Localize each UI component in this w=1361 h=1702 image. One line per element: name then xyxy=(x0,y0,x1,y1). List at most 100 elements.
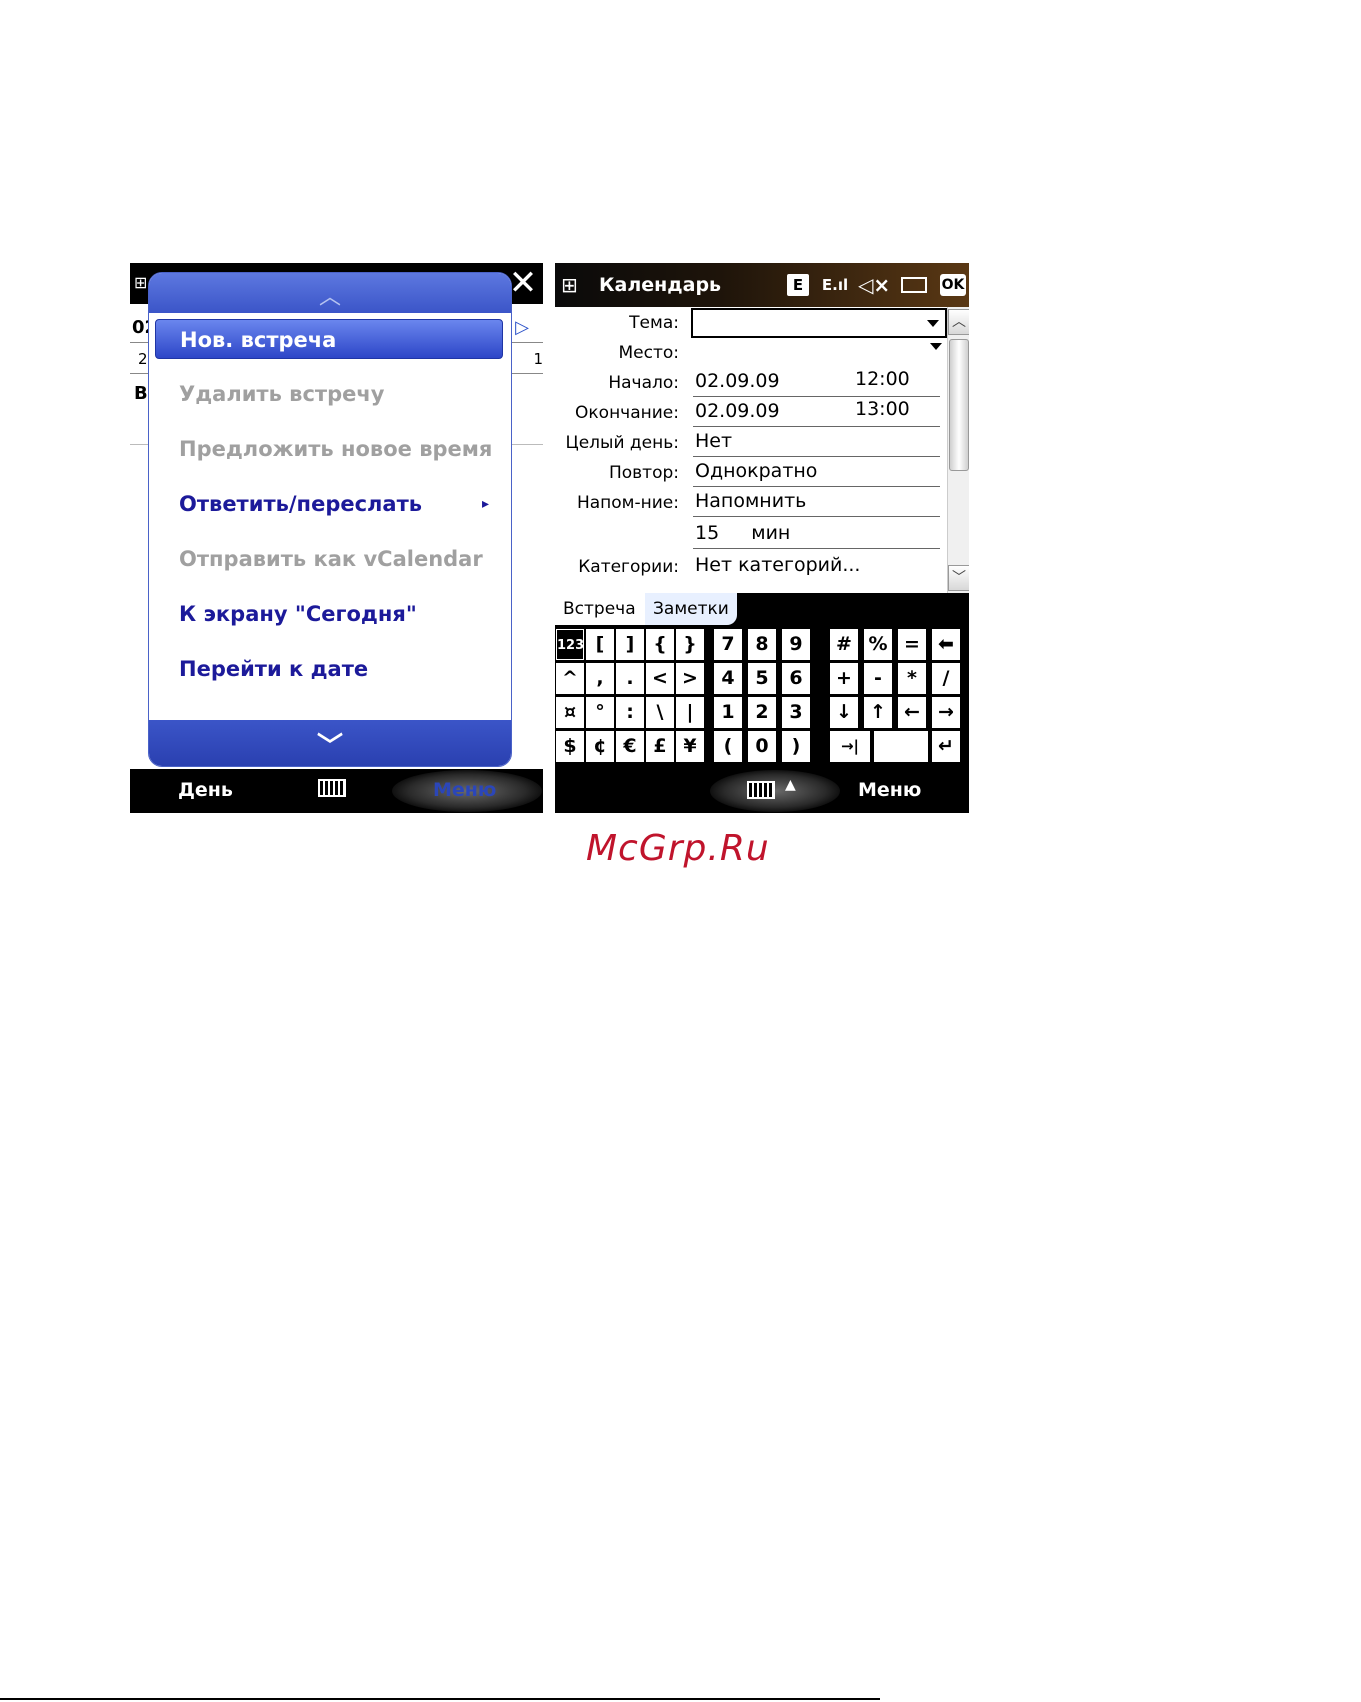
keyboard-key[interactable]: ↓ xyxy=(830,697,858,728)
menu-item-send-vcalendar[interactable]: Отправить как vCalendar xyxy=(155,539,503,579)
keyboard-key[interactable]: ( xyxy=(714,731,742,762)
app-title: Календарь xyxy=(599,274,722,296)
keyboard-icon[interactable] xyxy=(318,779,346,797)
keyboard-key[interactable]: 1 xyxy=(714,697,742,728)
menu-item-delete-meeting[interactable]: Удалить встречу xyxy=(155,374,503,414)
keyboard-softkey-highlight xyxy=(710,770,840,812)
context-menu: ︿ Нов. встреча Удалить встречу Предложит… xyxy=(148,272,512,767)
scroll-down-arrow-icon[interactable]: ﹀ xyxy=(948,565,969,591)
keyboard-key[interactable]: / xyxy=(932,663,960,694)
keyboard-key[interactable]: ¤ xyxy=(556,697,584,728)
keyboard-key[interactable]: } xyxy=(676,629,704,660)
tab-key[interactable]: →| xyxy=(830,731,870,762)
scroll-up-arrow-icon[interactable]: ︿ xyxy=(948,309,969,335)
chevron-up-icon[interactable]: ︿ xyxy=(310,279,350,311)
keyboard-key[interactable]: ° xyxy=(586,697,614,728)
end-time[interactable]: 13:00 xyxy=(855,398,910,420)
dropdown-arrow-icon[interactable] xyxy=(927,320,939,327)
backspace-key[interactable]: ⬅ xyxy=(932,629,960,660)
menu-softkey[interactable]: Меню xyxy=(858,779,921,801)
battery-icon[interactable] xyxy=(901,277,927,293)
keyboard-key[interactable]: 2 xyxy=(748,697,776,728)
menu-item-label: Удалить встречу xyxy=(179,382,385,406)
calendar-day-fragment: 2 xyxy=(138,350,148,368)
keyboard-key[interactable]: ^ xyxy=(556,663,584,694)
keyboard-key[interactable]: → xyxy=(932,697,960,728)
keyboard-key[interactable]: - xyxy=(864,663,892,694)
keyboard-key[interactable]: £ xyxy=(646,731,674,762)
tab-strip: Встреча Заметки xyxy=(555,593,969,625)
keyboard-icon[interactable] xyxy=(747,781,775,799)
reminder-time-field[interactable]: 15 мин xyxy=(693,519,940,549)
repeat-value: Однократно xyxy=(695,460,818,482)
keyboard-key[interactable]: ↑ xyxy=(864,697,892,728)
signal-strength-icon[interactable]: E.ıl xyxy=(821,274,849,296)
menu-scroll-up-bar[interactable]: ︿ xyxy=(149,273,511,313)
menu-scroll-down-bar[interactable]: ﹀ xyxy=(149,720,511,766)
menu-item-today-screen[interactable]: К экрану "Сегодня" xyxy=(155,594,503,634)
keyboard-key[interactable]: ¥ xyxy=(676,731,704,762)
windows-logo-icon[interactable]: ⊞ xyxy=(561,273,578,297)
start-time[interactable]: 12:00 xyxy=(855,368,910,390)
keyboard-key[interactable]: [ xyxy=(586,629,614,660)
keyboard-key[interactable]: ← xyxy=(898,697,926,728)
keyboard-key[interactable]: = xyxy=(898,629,926,660)
input-selector-caret-icon[interactable]: ▲ xyxy=(785,777,796,793)
form-scrollbar[interactable]: ︿ ﹀ xyxy=(947,307,969,593)
keyboard-key[interactable]: ) xyxy=(782,731,810,762)
keyboard-key-123[interactable]: 123 xyxy=(556,629,584,660)
location-label: Место: xyxy=(618,343,679,363)
menu-item-new-meeting[interactable]: Нов. встреча xyxy=(155,319,503,359)
keyboard-key[interactable]: > xyxy=(676,663,704,694)
dropdown-arrow-icon[interactable] xyxy=(930,343,942,350)
menu-softkey[interactable]: Меню xyxy=(433,779,496,801)
reminder-label: Напом-ние: xyxy=(576,493,679,513)
chevron-down-icon[interactable]: ﹀ xyxy=(310,726,350,763)
location-input[interactable] xyxy=(693,337,942,367)
keyboard-key[interactable]: < xyxy=(646,663,674,694)
keyboard-key[interactable]: 5 xyxy=(748,663,776,694)
keyboard-key[interactable]: $ xyxy=(556,731,584,762)
keyboard-key[interactable]: 4 xyxy=(714,663,742,694)
keyboard-key[interactable]: 7 xyxy=(714,629,742,660)
keyboard-key[interactable]: | xyxy=(676,697,704,728)
menu-item-go-to-date[interactable]: Перейти к дате xyxy=(155,649,503,689)
keyboard-key[interactable]: , xyxy=(586,663,614,694)
keyboard-key[interactable]: 8 xyxy=(748,629,776,660)
ok-button[interactable]: OK xyxy=(940,274,966,296)
keyboard-key[interactable]: 0 xyxy=(748,731,776,762)
keyboard-key[interactable]: ¢ xyxy=(586,731,614,762)
edge-network-icon[interactable]: E xyxy=(787,274,809,296)
reminder-value: Напомнить xyxy=(695,490,807,512)
keyboard-key[interactable]: : xyxy=(616,697,644,728)
space-key[interactable] xyxy=(874,731,928,762)
reminder-field[interactable]: Напомнить xyxy=(693,487,940,517)
all-day-field[interactable]: Нет xyxy=(693,427,940,457)
all-day-value: Нет xyxy=(695,430,733,452)
keyboard-key[interactable]: 6 xyxy=(782,663,810,694)
tab-meeting[interactable]: Встреча xyxy=(555,593,645,625)
categories-field[interactable]: Нет категорий... xyxy=(693,551,940,581)
keyboard-key[interactable]: € xyxy=(616,731,644,762)
keyboard-key[interactable]: \ xyxy=(646,697,674,728)
subject-input[interactable] xyxy=(691,308,947,338)
watermark: McGrp.Ru xyxy=(586,828,770,869)
repeat-field[interactable]: Однократно xyxy=(693,457,940,487)
keyboard-key[interactable]: { xyxy=(646,629,674,660)
menu-item-propose-new-time[interactable]: Предложить новое время xyxy=(155,429,503,469)
calendar-next-arrow-icon[interactable]: ▷ xyxy=(515,317,529,338)
day-softkey[interactable]: День xyxy=(178,779,233,801)
keyboard-key[interactable]: 9 xyxy=(782,629,810,660)
keyboard-key[interactable]: * xyxy=(898,663,926,694)
keyboard-key[interactable]: % xyxy=(864,629,892,660)
keyboard-key[interactable]: 3 xyxy=(782,697,810,728)
keyboard-key[interactable]: ] xyxy=(616,629,644,660)
keyboard-key[interactable]: . xyxy=(616,663,644,694)
scroll-thumb[interactable] xyxy=(949,339,969,471)
enter-key[interactable]: ↵ xyxy=(932,731,960,762)
menu-item-reply-forward[interactable]: Ответить/переслать ▸ xyxy=(155,484,503,524)
tab-notes[interactable]: Заметки xyxy=(645,593,737,625)
keyboard-key[interactable]: + xyxy=(830,663,858,694)
keyboard-key[interactable]: # xyxy=(830,629,858,660)
speaker-muted-icon[interactable]: ◁× xyxy=(858,274,890,296)
